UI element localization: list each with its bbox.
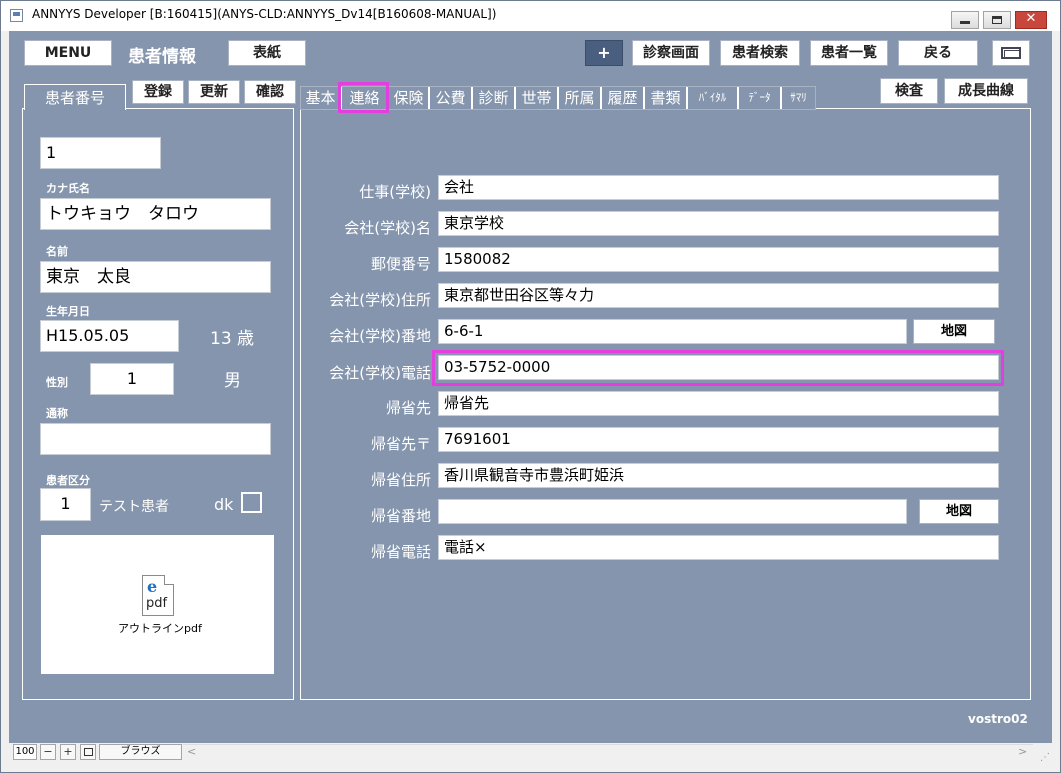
tab-affiliation[interactable]: 所属	[559, 87, 601, 109]
add-button[interactable]: +	[585, 40, 623, 66]
app-icon	[10, 9, 23, 22]
company-block-field[interactable]: 6-6-1	[438, 319, 907, 344]
mode-indicator[interactable]: ブラウズ	[99, 744, 182, 760]
patient-number-field[interactable]: 1	[40, 137, 161, 169]
occupation-field[interactable]: 会社	[438, 175, 999, 200]
home-contact-field[interactable]: 帰省先	[438, 391, 999, 416]
company-phone-label: 会社(学校)電話	[329, 364, 431, 382]
menu-button[interactable]: MENU	[24, 40, 112, 66]
phone-field-highlight	[432, 350, 1004, 386]
tab-public-expense[interactable]: 公費	[430, 87, 472, 109]
home-block-field[interactable]	[438, 499, 907, 524]
minimize-icon	[960, 21, 970, 24]
tab-household[interactable]: 世帯	[516, 87, 558, 109]
tab-diagnosis[interactable]: 診断	[473, 87, 515, 109]
close-icon: ✕	[1025, 11, 1037, 26]
sex-label: 性別	[46, 376, 68, 389]
home-address-label: 帰省住所	[370, 471, 431, 489]
register-button[interactable]: 登録	[132, 80, 184, 104]
kana-name-label: カナ氏名	[46, 182, 90, 195]
pdf-icon-text: pdf	[146, 596, 168, 611]
confirm-button[interactable]: 確認	[244, 80, 296, 104]
patient-search-button[interactable]: 患者検索	[720, 40, 800, 66]
sex-text: 男	[224, 371, 241, 391]
scroll-left-icon[interactable]: <	[187, 745, 196, 758]
home-contact-label: 帰省先	[385, 399, 431, 417]
dk-label: dk	[214, 495, 234, 514]
growth-curve-button[interactable]: 成長曲線	[944, 78, 1028, 104]
tab-summary[interactable]: ｻﾏﾘ	[782, 87, 815, 109]
name-field[interactable]: 東京 太良	[40, 261, 271, 293]
kana-name-field[interactable]: トウキョウ タロウ	[40, 198, 271, 230]
zoom-level[interactable]: 100	[13, 744, 37, 760]
scroll-right-icon[interactable]: >	[1018, 745, 1027, 758]
sex-field[interactable]: 1	[90, 363, 174, 395]
active-tab-highlight	[338, 82, 389, 113]
company-block-label: 会社(学校)番地	[329, 327, 431, 345]
tab-documents[interactable]: 書類	[645, 87, 687, 109]
exam-button[interactable]: 検査	[880, 78, 938, 104]
edge-logo-icon: e	[147, 577, 158, 596]
window-toggle-button[interactable]	[992, 40, 1030, 66]
user-label: vostro02	[968, 712, 1028, 726]
company-map-button[interactable]: 地図	[913, 319, 995, 344]
resize-grip-icon[interactable]: ⋰	[1040, 752, 1050, 763]
window-icon	[1001, 47, 1021, 59]
patient-category-field[interactable]: 1	[40, 488, 91, 521]
company-name-field[interactable]: 東京学校	[438, 211, 999, 236]
patient-category-text: テスト患者	[99, 499, 169, 515]
tab-basic[interactable]: 基本	[301, 87, 341, 109]
tab-data[interactable]: ﾃﾞｰﾀ	[739, 87, 781, 109]
birthdate-field[interactable]: H15.05.05	[40, 320, 179, 352]
alias-field[interactable]	[40, 423, 271, 455]
maximize-button[interactable]	[983, 11, 1011, 29]
cover-button[interactable]: 表紙	[228, 40, 306, 66]
pdf-icon[interactable]: e pdf	[142, 575, 174, 616]
home-map-button[interactable]: 地図	[919, 499, 999, 524]
zoom-in-button[interactable]: +	[60, 744, 76, 760]
tab-history[interactable]: 履歴	[602, 87, 644, 109]
postal-code-label: 郵便番号	[370, 255, 431, 273]
home-postal-label: 帰省先〒	[370, 435, 431, 453]
patient-category-label: 患者区分	[46, 474, 90, 487]
home-block-label: 帰省番地	[370, 507, 431, 525]
birthdate-label: 生年月日	[46, 305, 90, 318]
home-phone-field[interactable]: 電話×	[438, 535, 999, 560]
alias-label: 通称	[46, 407, 68, 420]
home-postal-field[interactable]: 7691601	[438, 427, 999, 452]
close-button[interactable]: ✕	[1015, 11, 1047, 29]
tab-insurance[interactable]: 保険	[389, 87, 429, 109]
window-title: ANNYYS Developer [B:160415](ANYS-CLD:ANN…	[32, 7, 497, 21]
update-button[interactable]: 更新	[188, 80, 240, 104]
age-text: 13 歳	[210, 329, 255, 349]
minimize-button[interactable]	[951, 11, 979, 29]
home-address-field[interactable]: 香川県観音寺市豊浜町姫浜	[438, 463, 999, 488]
tab-patient-number[interactable]: 患者番号	[24, 84, 126, 110]
patient-list-button[interactable]: 患者一覧	[810, 40, 888, 66]
home-phone-label: 帰省電話	[370, 543, 431, 561]
layout-toggle-button[interactable]	[80, 744, 96, 760]
horizontal-scrollbar[interactable]	[183, 744, 1033, 760]
company-name-label: 会社(学校)名	[344, 219, 431, 237]
tab-vital[interactable]: ﾊﾞｲﾀﾙ	[688, 87, 738, 109]
screen-title: 患者情報	[128, 47, 196, 67]
company-address-label: 会社(学校)住所	[329, 291, 431, 309]
zoom-out-button[interactable]: −	[40, 744, 56, 760]
maximize-icon	[992, 16, 1002, 24]
exam-screen-button[interactable]: 診察画面	[632, 40, 710, 66]
dk-checkbox[interactable]	[241, 492, 262, 513]
company-address-field[interactable]: 東京都世田谷区等々力	[438, 283, 999, 308]
back-button[interactable]: 戻る	[898, 40, 978, 66]
pdf-file-label[interactable]: アウトラインpdf	[118, 620, 202, 636]
layout-icon	[84, 748, 93, 756]
occupation-label: 仕事(学校)	[359, 183, 431, 201]
postal-code-field[interactable]: 1580082	[438, 247, 999, 272]
name-label: 名前	[46, 245, 68, 258]
